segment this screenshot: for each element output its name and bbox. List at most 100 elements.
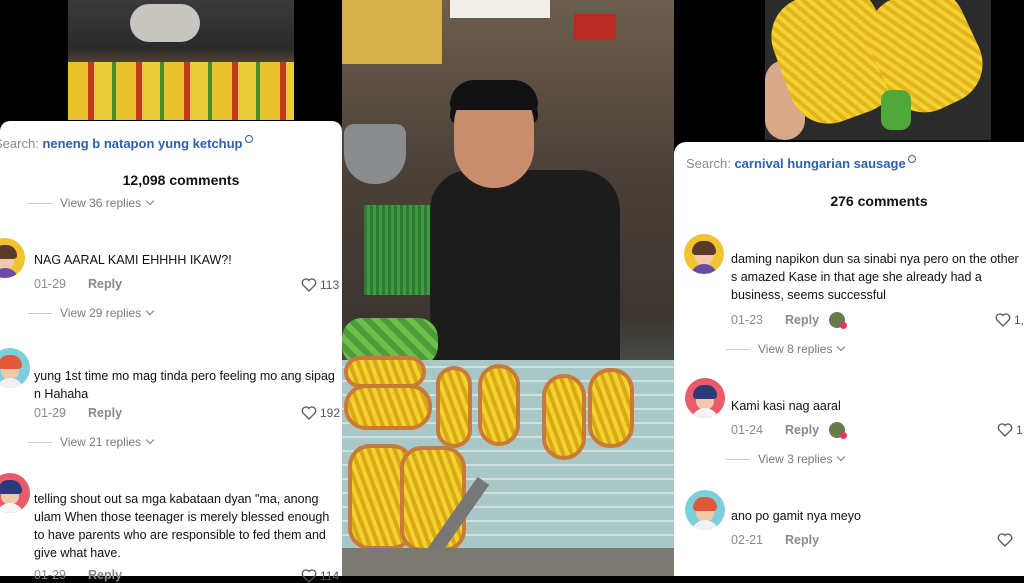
view-replies-button[interactable]: View 21 replies [28, 435, 155, 449]
comment-meta: 01-23 Reply [731, 313, 819, 327]
avatar-hair [0, 245, 17, 259]
reply-button[interactable]: Reply [88, 406, 122, 420]
like-count: 1 [1016, 423, 1023, 437]
comment-date: 02-21 [731, 533, 763, 547]
sausage-bun [542, 374, 586, 460]
divider [28, 203, 52, 205]
reply-button[interactable]: Reply [88, 277, 122, 291]
search-query-link[interactable]: neneng b natapon yung ketchup [42, 136, 242, 151]
avatar[interactable] [685, 378, 725, 418]
like-count: 113 [320, 278, 340, 292]
creator-heart-icon [840, 322, 847, 329]
heart-icon[interactable] [301, 278, 317, 292]
comment-meta: 01-29 Reply [34, 568, 122, 582]
vendor-photo [342, 0, 674, 576]
heart-icon[interactable] [997, 423, 1013, 437]
comment-meta: 01-29 Reply [34, 277, 122, 291]
comment-text: yung 1st time mo mag tinda pero feeling … [34, 369, 335, 401]
divider [726, 459, 750, 461]
avatar-shirt [691, 520, 719, 530]
comment-text: ano po gamit nya meyo [731, 509, 861, 523]
food-photo-left [68, 0, 294, 120]
divider [28, 313, 52, 315]
view-replies-label: View 8 replies [758, 342, 833, 356]
comment-date: 01-29 [34, 277, 66, 291]
like-count: 114 [320, 569, 340, 583]
search-label: Search: [686, 156, 731, 171]
comment-text: telling shout out sa mga kabataan dyan "… [34, 492, 330, 560]
lettuce [881, 90, 911, 130]
comment-date: 01-24 [731, 423, 763, 437]
search-icon [907, 155, 916, 163]
heart-icon[interactable] [995, 313, 1011, 327]
comment-meta: 02-21 Reply [731, 533, 819, 547]
avatar[interactable] [684, 234, 724, 274]
reply-button[interactable]: Reply [88, 568, 122, 582]
avatar-shirt [691, 408, 719, 418]
view-replies-button[interactable]: View 3 replies [726, 452, 846, 466]
reply-button[interactable]: Reply [785, 423, 819, 437]
view-replies-label: View 29 replies [60, 306, 142, 320]
avatar[interactable] [0, 473, 30, 513]
comments-panel-right: Search: carnival hungarian sausage 276 c… [674, 142, 1024, 576]
vendor-hair [450, 80, 538, 110]
view-replies-button[interactable]: View 8 replies [726, 342, 846, 356]
avatar-shirt [0, 503, 24, 513]
avatar-hair [693, 385, 717, 399]
avatar[interactable] [685, 490, 725, 530]
vendor-body [430, 170, 620, 370]
chevron-down-icon [145, 196, 155, 206]
gloved-hands [130, 4, 200, 42]
sausage-bun [478, 364, 520, 446]
chevron-down-icon [837, 452, 846, 462]
search-query-link[interactable]: carnival hungarian sausage [734, 156, 905, 171]
comment-text: daming napikon dun sa sinabi nya pero on… [731, 252, 1019, 302]
comment-date: 01-29 [34, 568, 66, 582]
search-icon [244, 135, 253, 143]
view-replies-label: View 21 replies [60, 435, 142, 449]
avatar-hair [0, 480, 22, 494]
search-suggestion[interactable]: Search: carnival hungarian sausage [686, 155, 916, 171]
chevron-down-icon [145, 435, 155, 445]
avatar[interactable] [0, 238, 25, 278]
avatar-hair [692, 241, 716, 255]
heart-icon[interactable] [301, 569, 317, 583]
chevron-down-icon [145, 306, 155, 316]
sausage-tray [68, 62, 294, 120]
avatar-hair [693, 497, 717, 511]
comment-meta: 01-24 Reply [731, 423, 819, 437]
grass-decor [364, 205, 434, 295]
avatar-shirt [690, 264, 718, 274]
comment-count: 12,098 comments [122, 172, 240, 188]
shop-sign [574, 14, 616, 40]
search-suggestion[interactable]: Search: neneng b natapon yung ketchup [0, 135, 253, 151]
creator-heart-icon [840, 432, 847, 439]
reply-button[interactable]: Reply [785, 313, 819, 327]
sausage-bun [436, 366, 472, 448]
comments-panel-left: Search: neneng b natapon yung ketchup 12… [0, 121, 342, 583]
view-replies-button[interactable]: View 29 replies [28, 306, 155, 320]
sausage-bun [588, 368, 634, 448]
divider [726, 349, 750, 351]
comment-text: NAG AARAL KAMI EHHHH IKAW?! [34, 253, 232, 267]
like-count: 1, [1014, 313, 1024, 327]
reply-button[interactable]: Reply [785, 533, 819, 547]
shop-sign [450, 0, 550, 18]
avatar-shirt [0, 268, 19, 278]
view-replies-button[interactable]: View 36 replies [28, 196, 155, 210]
comment-meta: 01-29 Reply [34, 406, 122, 420]
heart-icon[interactable] [997, 533, 1013, 547]
shop-sign [342, 0, 442, 64]
avatar-hair [0, 355, 22, 369]
comment-date: 01-23 [731, 313, 763, 327]
comment-count: 276 comments [830, 193, 928, 209]
view-replies-label: View 3 replies [758, 452, 833, 466]
chevron-down-icon [837, 342, 846, 352]
food-photo-right [765, 0, 991, 140]
avatar[interactable] [0, 348, 30, 388]
heart-icon[interactable] [301, 406, 317, 420]
sausage-bun [344, 384, 432, 430]
search-label: Search: [0, 136, 39, 151]
like-count: 192 [320, 406, 341, 420]
avatar-shirt [0, 378, 24, 388]
